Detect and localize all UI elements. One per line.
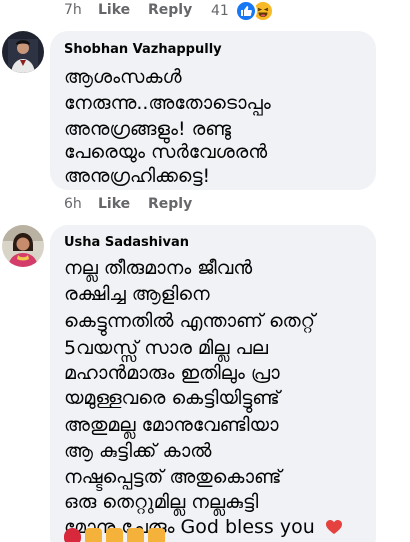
comment-author[interactable]: Usha Sadashivan [64,235,189,250]
comment-actions-top: 7h Like Reply [64,2,192,18]
like-button[interactable]: Like [98,196,148,212]
comment-text-line: ഒരു തെറ്റുമില്ല നല്ലകുട്ടി [64,491,259,513]
comment-actions: 6h Like Reply [64,196,192,212]
reply-button[interactable]: Reply [148,196,192,212]
like-icon [234,0,257,22]
comment-text-line: രക്ഷിച്ച ആളിനെ [64,283,210,305]
comment-text-line: അതുമല്ല മോനുവേണ്ടിയാ [64,414,279,436]
like-button[interactable]: Like [98,2,148,18]
comment-text-line: മഹാൻമാരും ഇതിലും പ്രാ [64,362,280,384]
comment-text-line: അനുഗ്രഹിക്കട്ടെ! [64,165,211,187]
comment-text-line: നഷ്ടപ്പെട്ടത് അതുകൊണ്ട് [64,466,282,488]
comment-text-line: 5വയസ്സ് സാര മില്ല പല [64,337,268,359]
comment-text-line: കെട്ടുന്നതിൽ എന്താണ് തെറ്റ് [64,310,316,332]
folded-hands-emoji [148,528,165,542]
avatar[interactable] [2,225,44,267]
reaction-summary[interactable]: 41 [211,0,274,22]
reply-button[interactable]: Reply [148,2,192,18]
avatar[interactable] [2,31,44,73]
heart-emoji [325,520,342,534]
folded-hands-emoji [106,528,123,542]
emoji-row [64,528,165,542]
comment-time[interactable]: 7h [64,2,98,18]
comment-text-line: പേരെയും സർവേശരൻ [64,141,268,163]
folded-hands-emoji [127,528,144,542]
reaction-count: 41 [211,3,229,19]
comment-time[interactable]: 6h [64,196,98,212]
rose-emoji [64,528,81,542]
comment-text-line: ആ കുട്ടിക്ക് കാൽ [64,440,212,462]
comment-thread: 7h Like Reply 41 Shobhan Vazhappully ആശം… [0,0,410,542]
comment-text-line: നല്ല തീരുമാനം ജീവൻ [64,257,253,279]
folded-hands-emoji [85,528,102,542]
comment-bubble: Shobhan Vazhappully ആശംസകൾ നേരുന്നു..അതോ… [50,31,376,190]
comment-bubble: Usha Sadashivan നല്ല തീരുമാനം ജീവൻ രക്ഷി… [50,225,376,542]
comment-text-line: യമുള്ളവരെ കെട്ടിയിട്ടുണ്ട് [64,387,280,409]
comment-text-line: ആശംസകൾ [64,66,182,88]
comment-text-line: നേരുന്നു..അതോടൊപ്പം [64,92,271,114]
comment-author[interactable]: Shobhan Vazhappully [64,42,222,57]
